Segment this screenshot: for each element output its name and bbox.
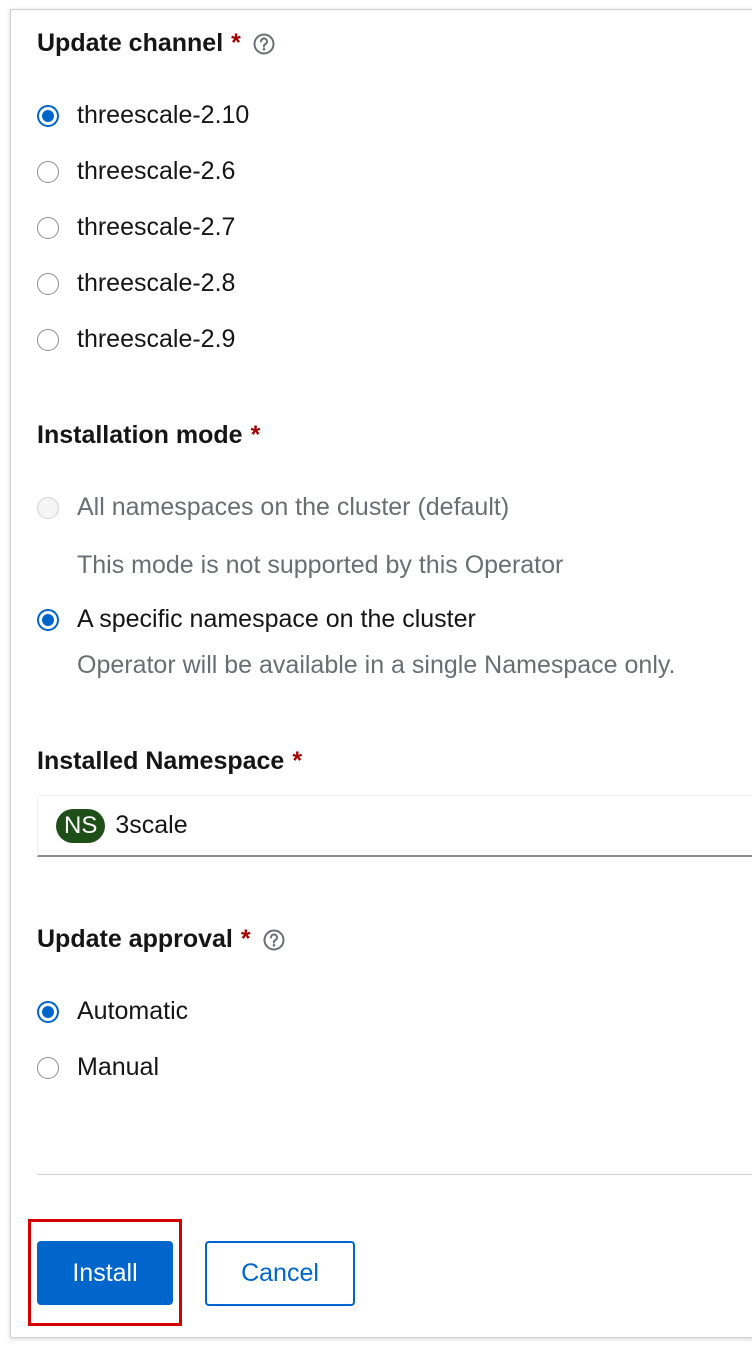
update-channel-label: Update channel [37,29,224,57]
question-circle-icon[interactable] [263,929,285,951]
radio-label: threescale-2.6 [77,157,236,185]
installation-mode-label: Installation mode [37,421,243,449]
radio-option-channel-2-10[interactable]: threescale-2.10 [37,101,249,130]
radio-label: threescale-2.9 [77,325,236,353]
radio-label: All namespaces on the cluster (default) [77,493,510,521]
radio-label: threescale-2.7 [77,213,236,241]
update-channel-heading: Update channel * [37,29,275,58]
radio-label: threescale-2.8 [77,269,236,297]
radio-option-channel-2-6[interactable]: threescale-2.6 [37,157,235,186]
actions-divider [37,1174,752,1175]
install-highlight-box [28,1219,182,1326]
radio-option-channel-2-8[interactable]: threescale-2.8 [37,269,235,298]
radio-button[interactable] [37,272,59,295]
radio-description: This mode is not supported by this Opera… [77,551,564,579]
radio-description: Operator will be available in a single N… [77,651,676,679]
required-mark: * [250,421,261,449]
radio-option-channel-2-9[interactable]: threescale-2.9 [37,325,235,354]
installed-namespace-field[interactable]: NS 3scale [37,795,752,857]
required-mark: * [292,747,303,775]
installed-namespace-label: Installed Namespace [37,747,285,775]
installation-mode-heading: Installation mode * [37,421,260,450]
radio-option-automatic[interactable]: Automatic [37,997,188,1026]
radio-option-manual[interactable]: Manual [37,1053,159,1082]
namespace-value: 3scale [115,811,188,839]
radio-button[interactable] [37,216,59,239]
radio-button[interactable] [37,1000,59,1023]
installed-namespace-heading: Installed Namespace * [37,747,302,776]
radio-label: A specific namespace on the cluster [77,605,476,633]
namespace-badge: NS [56,808,106,843]
radio-option-specific-namespace[interactable]: A specific namespace on the cluster [37,605,476,634]
radio-button[interactable] [37,328,59,351]
radio-button[interactable] [37,160,59,183]
required-mark: * [240,925,251,953]
question-circle-icon[interactable] [253,33,275,55]
radio-option-all-namespaces: All namespaces on the cluster (default) [37,493,509,522]
install-operator-form: Update channel * threescale-2.10 threesc… [10,9,752,1338]
radio-button[interactable] [37,608,59,631]
radio-option-channel-2-7[interactable]: threescale-2.7 [37,213,235,242]
radio-label: Manual [77,1053,159,1081]
radio-button [37,496,59,519]
required-mark: * [231,29,241,57]
cancel-button[interactable]: Cancel [205,1241,355,1306]
radio-button[interactable] [37,104,59,127]
update-approval-label: Update approval [37,925,233,953]
radio-label: threescale-2.10 [77,101,250,129]
update-approval-heading: Update approval * [37,925,285,954]
radio-label: Automatic [77,997,189,1025]
radio-button[interactable] [37,1056,59,1079]
